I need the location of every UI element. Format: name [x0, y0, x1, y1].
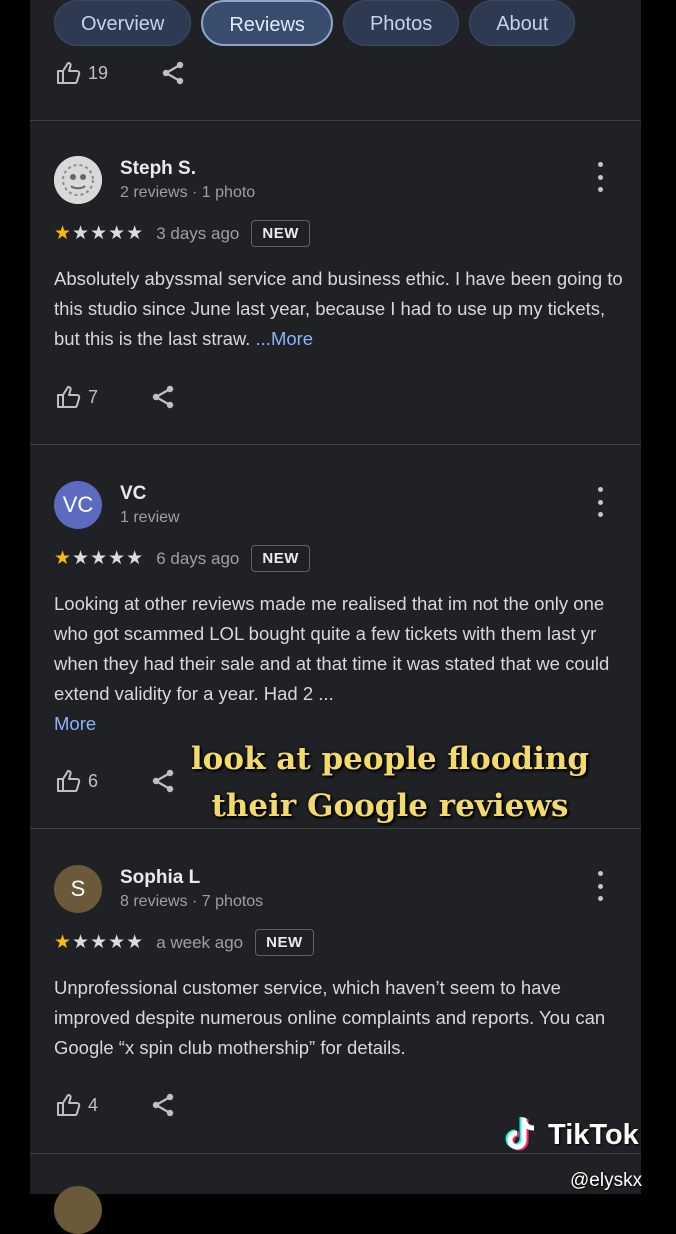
rating-row: ★★★★★ 3 days ago NEW — [54, 220, 310, 247]
more-options-button[interactable] — [592, 487, 608, 517]
share-button[interactable] — [150, 384, 176, 410]
reviewer-meta: 8 reviews · 7 photos — [120, 893, 264, 910]
creator-handle: @elyskx — [570, 1170, 643, 1191]
review-text: Looking at other reviews made me realise… — [54, 589, 624, 739]
reviewer-name[interactable]: VC — [120, 483, 146, 505]
caption-line: look at people flooding — [190, 741, 590, 777]
new-badge: NEW — [255, 929, 314, 956]
review-text: Absolutely abyssmal service and business… — [54, 264, 624, 354]
thumb-up-icon — [57, 62, 81, 84]
review-body: Unprofessional customer service, which h… — [54, 977, 606, 1058]
share-button[interactable] — [160, 60, 186, 86]
like-count: 4 — [88, 1094, 99, 1115]
like-button[interactable]: 19 — [56, 61, 108, 85]
review-text: Unprofessional customer service, which h… — [54, 973, 624, 1063]
reviewer-meta: 2 reviews · 1 photo — [120, 184, 256, 201]
review-actions: 4 — [56, 1092, 176, 1118]
tab-reviews[interactable]: Reviews — [201, 0, 333, 46]
star-rating: ★★★★★ — [54, 548, 145, 569]
more-link[interactable]: ...More — [256, 328, 314, 349]
avatar[interactable] — [54, 1186, 102, 1234]
avatar[interactable]: S — [54, 865, 102, 913]
rating-row: ★★★★★ 6 days ago NEW — [54, 545, 310, 572]
thumb-up-icon — [57, 386, 81, 408]
tab-overview[interactable]: Overview — [54, 0, 192, 46]
thumb-up-icon — [57, 1094, 81, 1116]
like-button[interactable]: 7 — [56, 385, 98, 409]
reviewer-meta: 1 review — [120, 509, 180, 526]
share-icon — [152, 1093, 174, 1117]
review-time: 3 days ago — [156, 223, 240, 243]
like-count: 6 — [88, 770, 99, 791]
review-body: Looking at other reviews made me realise… — [54, 593, 610, 704]
tab-bar: Overview Reviews Photos About — [54, 0, 576, 50]
avatar-photo-icon — [54, 156, 102, 204]
divider — [30, 444, 641, 445]
thumb-up-icon — [57, 770, 81, 792]
more-options-button[interactable] — [592, 162, 608, 192]
review-body: Absolutely abyssmal service and business… — [54, 268, 623, 349]
review-time: a week ago — [156, 932, 244, 952]
share-button[interactable] — [150, 1092, 176, 1118]
reviewer-name[interactable]: Sophia L — [120, 867, 200, 889]
review-actions: 7 — [56, 384, 176, 410]
share-icon — [152, 385, 174, 409]
like-count: 7 — [88, 386, 99, 407]
video-caption: look at people flooding their Google rev… — [190, 736, 590, 830]
like-button[interactable]: 4 — [56, 1093, 98, 1117]
more-link[interactable]: More — [54, 713, 96, 734]
share-icon — [152, 769, 174, 793]
share-button[interactable] — [150, 768, 176, 794]
star-rating: ★★★★★ — [54, 223, 145, 244]
new-badge: NEW — [251, 545, 310, 572]
review-time: 6 days ago — [156, 548, 240, 568]
avatar[interactable] — [54, 156, 102, 204]
tiktok-logo-icon — [505, 1117, 535, 1151]
tab-about[interactable]: About — [469, 0, 576, 46]
star-rating: ★★★★★ — [54, 932, 145, 953]
tab-photos[interactable]: Photos — [342, 0, 460, 46]
divider — [30, 120, 641, 121]
share-icon — [162, 61, 184, 85]
previous-review-actions: 19 — [56, 60, 186, 86]
like-button[interactable]: 6 — [56, 769, 98, 793]
reviewer-name[interactable]: Steph S. — [120, 158, 196, 180]
more-options-button[interactable] — [592, 871, 608, 901]
new-badge: NEW — [251, 220, 310, 247]
rating-row: ★★★★★ a week ago NEW — [54, 929, 314, 956]
tiktok-brand: TikTok — [548, 1118, 639, 1151]
reviews-screen: Overview Reviews Photos About 19 Steph S… — [30, 0, 641, 1194]
avatar[interactable]: VC — [54, 481, 102, 529]
review-actions: 6 — [56, 768, 176, 794]
like-count: 19 — [88, 62, 109, 83]
caption-line: their Google reviews — [211, 788, 569, 824]
tiktok-watermark: TikTok — [500, 1114, 639, 1156]
